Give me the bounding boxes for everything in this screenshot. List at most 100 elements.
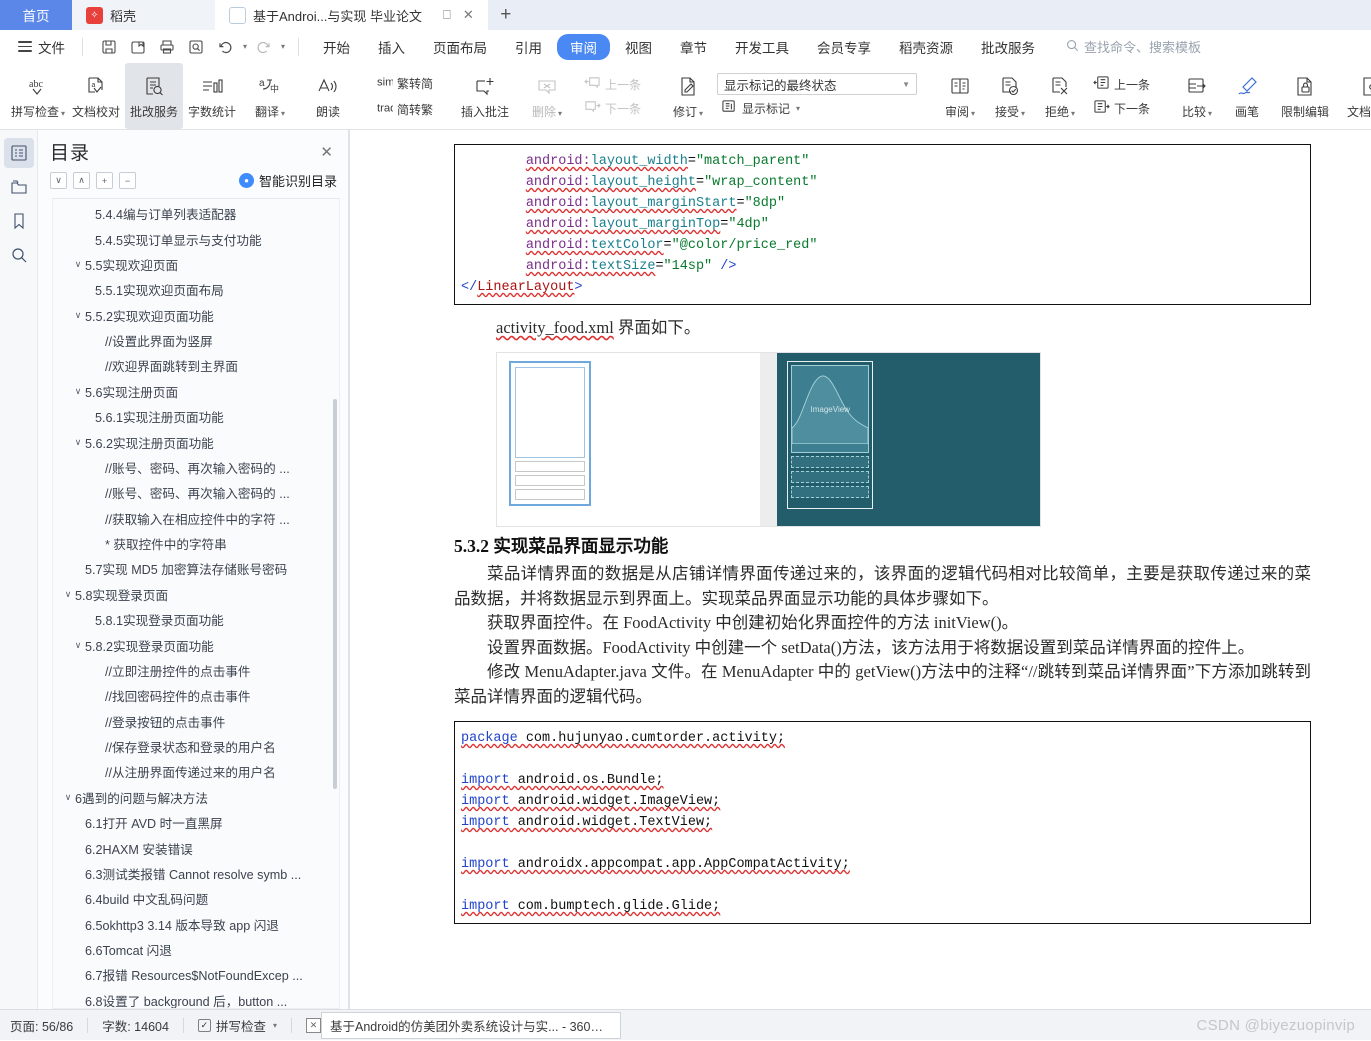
- toc-item[interactable]: ∨ 6遇到的问题与解决方法: [53, 785, 339, 810]
- chevron-down-icon[interactable]: ∨: [71, 386, 85, 397]
- compare-button[interactable]: 比较 ▾: [1172, 63, 1222, 129]
- toc-item[interactable]: 6.4build 中文乱码问题: [53, 886, 339, 911]
- restrict-editing-button[interactable]: 限制编辑: [1272, 63, 1338, 129]
- save-as-icon[interactable]: [125, 35, 151, 59]
- tab-page-layout[interactable]: 页面布局: [420, 34, 500, 60]
- toc-item[interactable]: 5.5.1实现欢迎页面布局: [53, 277, 339, 302]
- close-icon[interactable]: ✕: [316, 141, 337, 163]
- tab-review[interactable]: 审阅: [557, 33, 611, 60]
- toc-item[interactable]: 6.8设置了 background 后，button ...: [53, 988, 339, 1008]
- tab-docer-resources[interactable]: 稻壳资源: [886, 34, 966, 60]
- chevron-down-icon[interactable]: ∨: [71, 640, 85, 651]
- chevron-down-icon[interactable]: ▾: [699, 109, 703, 118]
- tab-insert[interactable]: 插入: [365, 34, 418, 60]
- chevron-down-icon[interactable]: ∨: [61, 589, 75, 600]
- toc-item[interactable]: //登录按钮的点击事件: [53, 709, 339, 734]
- read-aloud-button[interactable]: 朗读: [299, 63, 357, 129]
- toc-item[interactable]: * 获取控件中的字符串: [53, 531, 339, 556]
- toc-item[interactable]: //从注册界面传递过来的用户名: [53, 759, 339, 784]
- search-icon[interactable]: [4, 240, 34, 270]
- previous-comment-button[interactable]: 上一条: [580, 73, 645, 95]
- smart-toc-button[interactable]: ● 智能识别目录: [238, 171, 337, 190]
- save-icon[interactable]: [96, 35, 122, 59]
- restore-window-icon[interactable]: ⎕: [443, 7, 451, 23]
- collapse-minus-icon[interactable]: −: [119, 172, 136, 189]
- tab-view[interactable]: 视图: [612, 34, 665, 60]
- page-indicator[interactable]: 页面: 56/86: [10, 1016, 73, 1035]
- chevron-down-icon[interactable]: ∨: [50, 172, 67, 189]
- tab-docer[interactable]: ✧ 稻壳: [72, 0, 215, 30]
- chevron-down-icon[interactable]: ▾: [558, 109, 562, 118]
- chevron-down-icon[interactable]: ∨: [71, 310, 85, 321]
- toc-item[interactable]: //获取输入在相应控件中的字符 ...: [53, 506, 339, 531]
- tab-references[interactable]: 引用: [502, 34, 555, 60]
- markup-display-select[interactable]: 显示标记的最终状态 ▼: [717, 73, 918, 95]
- accept-change-button[interactable]: 接受 ▾: [985, 63, 1035, 129]
- next-comment-button[interactable]: 下一条: [580, 97, 645, 119]
- show-markup-button[interactable]: 显示标记 ▾: [717, 97, 917, 119]
- toc-list[interactable]: 5.4.4编与订单列表适配器 5.4.5实现订单显示与支付功能 ∨ 5.5实现欢迎页面…: [52, 198, 340, 1009]
- tab-developer-tools[interactable]: 开发工具: [722, 34, 802, 60]
- chevron-down-icon[interactable]: ▾: [273, 1021, 277, 1030]
- customize-qat-icon[interactable]: ▾: [281, 42, 285, 51]
- toc-item[interactable]: 6.6Tomcat 闪退: [53, 937, 339, 962]
- chevron-down-icon[interactable]: ▾: [61, 109, 65, 118]
- tab-document[interactable]: W 基于Androi...与实现 毕业论文 ⎕ ✕: [215, 0, 488, 30]
- chevron-down-icon[interactable]: ∨: [71, 259, 85, 270]
- toc-item[interactable]: //账号、密码、再次输入密码的 ...: [53, 480, 339, 505]
- download-chip[interactable]: ✕ 基于Android的仿美团外卖系统设计与实... - 360压缩: [305, 1011, 621, 1039]
- toc-item[interactable]: ∨ 5.5实现欢迎页面: [53, 252, 339, 277]
- toc-item[interactable]: ∨ 5.8实现登录页面: [53, 582, 339, 607]
- chevron-down-icon[interactable]: ▾: [971, 109, 975, 118]
- toc-item[interactable]: ∨ 5.6实现注册页面: [53, 379, 339, 404]
- reviewing-pane-button[interactable]: 审阅 ▾: [935, 63, 985, 129]
- spellcheck-status-button[interactable]: ✓ 拼写检查 ▾: [197, 1016, 277, 1035]
- trad-to-simp-button[interactable]: simp 繁转简: [372, 71, 437, 95]
- tab-start[interactable]: 开始: [310, 34, 363, 60]
- print-icon[interactable]: [154, 35, 180, 59]
- spellcheck-button[interactable]: abc 拼写检查 ▾: [9, 63, 67, 129]
- toc-item[interactable]: ∨ 5.6.2实现注册页面功能: [53, 429, 339, 454]
- document-permission-button[interactable]: 文档权限: [1338, 63, 1371, 129]
- chevron-up-icon[interactable]: ∧: [73, 172, 90, 189]
- document-proofread-button[interactable]: a 文档校对: [67, 63, 125, 129]
- toc-item[interactable]: 6.1打开 AVD 时一直黑屏: [53, 810, 339, 835]
- chevron-down-icon[interactable]: ∨: [71, 437, 85, 448]
- chevron-down-icon[interactable]: ▼: [902, 80, 910, 89]
- toc-item[interactable]: //找回密码控件的点击事件: [53, 683, 339, 708]
- undo-icon[interactable]: [212, 35, 238, 59]
- toc-item[interactable]: 6.3测试类报错 Cannot resolve symb ...: [53, 861, 339, 886]
- new-comment-button[interactable]: 插入批注: [452, 63, 518, 129]
- chevron-down-icon[interactable]: ▾: [796, 104, 800, 113]
- new-tab-button[interactable]: +: [488, 0, 524, 30]
- toc-item[interactable]: ∨ 5.8.2实现登录页面功能: [53, 632, 339, 657]
- toc-item[interactable]: 6.2HAXM 安装错误: [53, 835, 339, 860]
- close-icon[interactable]: ✕: [305, 1017, 321, 1033]
- redo-icon[interactable]: [250, 35, 276, 59]
- tab-member-exclusive[interactable]: 会员专享: [804, 34, 884, 60]
- brush-pen-button[interactable]: 画笔: [1222, 63, 1272, 129]
- translate-button[interactable]: a中 翻译 ▾: [241, 63, 299, 129]
- tab-correction-service[interactable]: 批改服务: [968, 34, 1048, 60]
- toc-item[interactable]: 5.6.1实现注册页面功能: [53, 404, 339, 429]
- word-count-button[interactable]: 字数统计: [183, 63, 241, 129]
- toc-item[interactable]: 5.8.1实现登录页面功能: [53, 607, 339, 632]
- toc-item[interactable]: //保存登录状态和登录的用户名: [53, 734, 339, 759]
- outline-icon[interactable]: [3, 138, 34, 168]
- chevron-down-icon[interactable]: ▾: [1021, 109, 1025, 118]
- next-change-button[interactable]: 下一条: [1089, 97, 1154, 119]
- toc-item[interactable]: //立即注册控件的点击事件: [53, 658, 339, 683]
- undo-dropdown-icon[interactable]: ▾: [243, 42, 247, 51]
- expand-plus-icon[interactable]: +: [96, 172, 113, 189]
- toc-item[interactable]: //账号、密码、再次输入密码的 ...: [53, 455, 339, 480]
- toc-scrollbar[interactable]: [333, 399, 337, 789]
- toc-item[interactable]: ∨ 5.5.2实现欢迎页面功能: [53, 303, 339, 328]
- tab-home[interactable]: 首页: [0, 0, 72, 30]
- file-menu-button[interactable]: 文件: [8, 37, 75, 57]
- toc-item[interactable]: //设置此界面为竖屏: [53, 328, 339, 353]
- tab-section[interactable]: 章节: [667, 34, 720, 60]
- word-count-indicator[interactable]: 字数: 14604: [102, 1016, 169, 1035]
- document-area[interactable]: android:layout_width="match_parent" andr…: [350, 130, 1371, 1009]
- toc-item[interactable]: 5.7实现 MD5 加密算法存储账号密码: [53, 556, 339, 581]
- toc-item[interactable]: 6.7报错 Resources$NotFoundExcep ...: [53, 962, 339, 987]
